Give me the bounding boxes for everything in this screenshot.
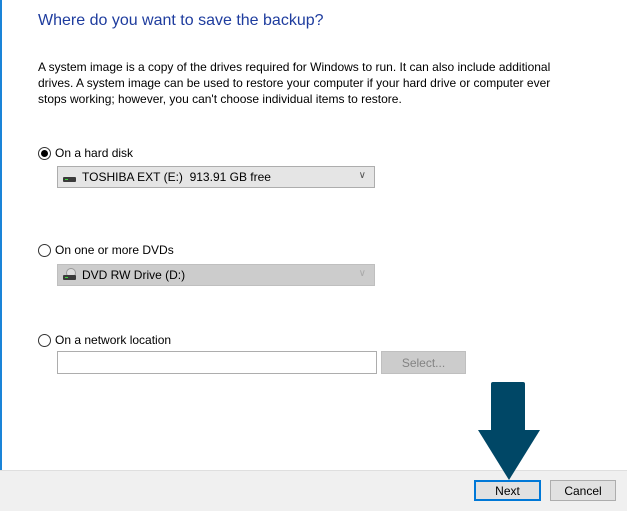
window-left-edge [0,0,2,510]
hard-disk-dropdown[interactable]: TOSHIBA EXT (E:) 913.91 GB free ∨ [57,166,375,188]
radio-hard-disk[interactable]: On a hard disk [38,146,133,160]
radio-dvd[interactable]: On one or more DVDs [38,243,174,257]
dvd-drive-icon [63,268,76,282]
radio-button[interactable] [38,243,51,257]
hard-drive-icon [63,170,76,184]
dropdown-value: TOSHIBA EXT (E:) 913.91 GB free [82,170,271,184]
radio-label: On a network location [55,333,172,347]
radio-label: On a hard disk [55,146,134,160]
dvd-dropdown: DVD RW Drive (D:) ∨ [57,264,375,286]
dropdown-value: DVD RW Drive (D:) [82,268,186,282]
select-button: Select... [381,351,466,374]
page-title: Where do you want to save the backup? [38,12,324,29]
cancel-button[interactable]: Cancel [550,480,616,501]
chevron-down-icon: ∨ [358,268,366,279]
down-arrow-icon [478,382,540,480]
chevron-down-icon: ∨ [358,170,366,181]
next-button[interactable]: Next [474,480,541,501]
radio-label: On one or more DVDs [55,243,174,257]
radio-button[interactable] [38,333,51,347]
network-path-input[interactable] [57,351,377,374]
radio-button-checked[interactable] [38,146,51,160]
radio-network[interactable]: On a network location [38,333,171,347]
description-text: A system image is a copy of the drives r… [38,60,551,106]
